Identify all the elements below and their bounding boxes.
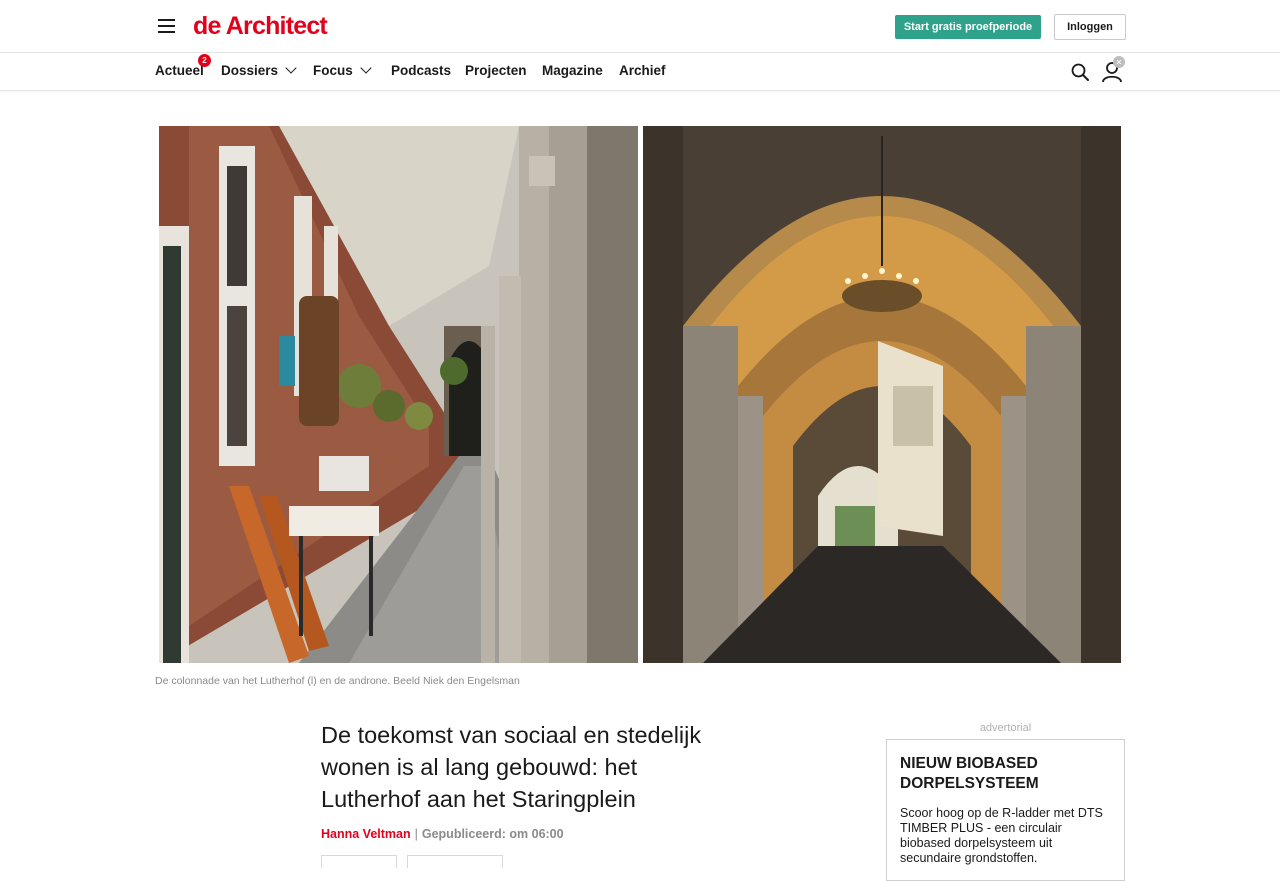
photo-caption: De colonnade van het Lutherhof (l) en de…: [155, 675, 520, 687]
site-logo[interactable]: de Architect: [193, 12, 328, 41]
menu-icon[interactable]: [158, 19, 175, 33]
advertorial-card[interactable]: NIEUW BIOBASED DORPELSYSTEEM Scoor hoog …: [886, 739, 1125, 881]
nav-item-projecten[interactable]: Projecten: [465, 63, 527, 78]
hero-photo-colonnade: [159, 126, 638, 663]
nav-item-archief[interactable]: Archief: [619, 63, 666, 78]
byline-separator: |: [414, 827, 418, 841]
nav-item-label: Projecten: [465, 63, 527, 78]
advertorial-text: Scoor hoog op de R-ladder met DTS TIMBER…: [900, 806, 1103, 865]
login-button[interactable]: Inloggen: [1054, 14, 1126, 40]
nav-item-label: Magazine: [542, 63, 603, 78]
advertorial-title[interactable]: NIEUW BIOBASED DORPELSYSTEEM: [900, 754, 1110, 794]
nav-item-podcasts[interactable]: Podcasts: [391, 63, 451, 78]
nav-item-label: Archief: [619, 63, 666, 78]
nav-item-magazine[interactable]: Magazine: [542, 63, 603, 78]
nav-item-label: Focus: [313, 63, 353, 78]
hero-photo-androne: [643, 126, 1121, 663]
published-time: Gepubliceerd: om 06:00: [421, 827, 564, 841]
close-icon[interactable]: ✕: [1113, 56, 1125, 68]
nav-item-actueel[interactable]: Actueel: [155, 63, 204, 78]
chevron-down-icon: [285, 62, 297, 74]
nav-item-label: Dossiers: [221, 63, 279, 78]
advertorial-label: advertorial: [979, 722, 1032, 734]
save-button[interactable]: [407, 855, 503, 868]
start-trial-button[interactable]: Start gratis proefperiode: [895, 15, 1041, 39]
notification-badge: 2: [198, 54, 211, 67]
article-byline: Hanna Veltman | Gepubliceerd: om 06:00: [321, 827, 564, 841]
share-button[interactable]: [321, 855, 397, 868]
nav-item-label: Podcasts: [391, 63, 452, 78]
chevron-down-icon: [360, 62, 372, 74]
nav-item-focus[interactable]: Focus: [313, 62, 372, 78]
nav-item-label: Actueel: [155, 63, 204, 78]
author-link[interactable]: Hanna Veltman: [321, 827, 411, 841]
nav-item-dossiers[interactable]: Dossiers: [221, 62, 297, 78]
article-title: De toekomst van sociaal en stedelijk won…: [321, 722, 702, 812]
top-header: de Architect Start gratis proefperiode I…: [0, 0, 1280, 53]
search-icon[interactable]: [1071, 63, 1089, 81]
